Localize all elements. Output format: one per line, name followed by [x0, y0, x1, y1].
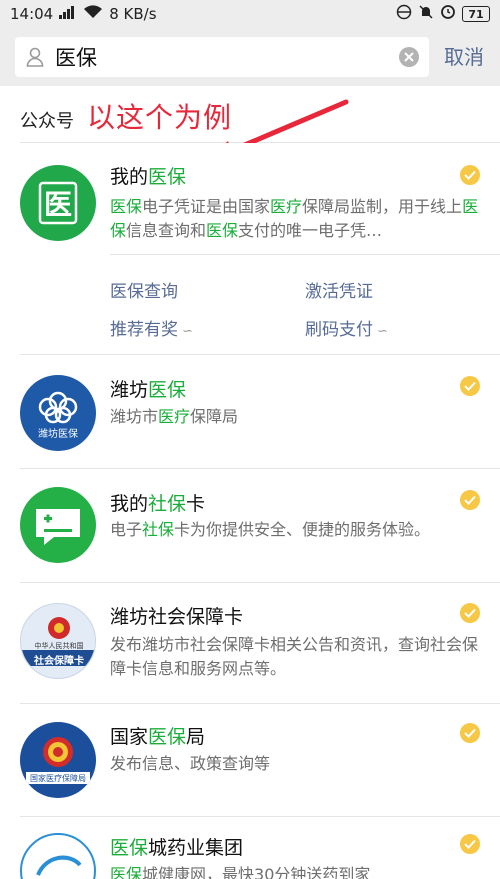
verified-icon — [460, 723, 480, 743]
alarm-icon — [440, 4, 456, 24]
avatar-caption-top: 中华人民共和国 — [34, 642, 84, 650]
avatar-caption: 社会保障卡 — [34, 656, 84, 667]
battery-indicator: 71 — [462, 6, 490, 22]
menu-link-referral[interactable]: 推荐有奖 ∽ — [110, 315, 193, 340]
search-bar: 取消 — [0, 28, 500, 86]
verified-icon — [460, 376, 480, 396]
section-header: 公众号 以这个为例 — [0, 86, 500, 142]
result-description: 发布信息、政策查询等 — [110, 754, 271, 773]
annotation-label: 以这个为例 — [87, 101, 233, 134]
search-input[interactable] — [55, 45, 375, 69]
menu-link-medical-query[interactable]: 医保查询 — [110, 277, 178, 302]
result-item[interactable]: 医保城药业集团 医保城健康网，最快30分钟送药到家 — [0, 817, 500, 879]
avatar-my-medical-insurance: 医 — [20, 165, 96, 241]
avatar-weifang-medical-insurance: 潍坊医保 — [20, 375, 96, 451]
clear-icon[interactable] — [399, 47, 419, 67]
result-description: 发布潍坊市社会保障卡相关公告和资讯，查询社会保障卡信息和服务网点等。 — [110, 635, 479, 678]
status-bar: 14:04 8 KB/s 71 — [0, 0, 500, 28]
wifi-icon — [83, 5, 103, 23]
cancel-button[interactable]: 取消 — [444, 41, 484, 70]
result-title: 我的医保 — [110, 166, 187, 188]
section-label: 公众号 — [20, 111, 74, 132]
result-item[interactable]: 潍坊医保 潍坊医保 潍坊市医疗保障局 — [0, 355, 500, 468]
result-item[interactable]: 中华人民共和国 社会保障卡 潍坊社会保障卡 发布潍坊市社会保障卡相关公告和资讯，… — [0, 583, 500, 703]
menu-divider — [110, 254, 500, 255]
avatar-my-social-security-card — [20, 487, 96, 563]
result-description: 电子社保卡为你提供安全、便捷的服务体验。 — [110, 520, 431, 539]
result-title: 国家医保局 — [110, 726, 206, 748]
avatar-national-healthcare-security: 国家医疗保障局 — [20, 722, 96, 798]
signal-icon — [59, 5, 77, 23]
avatar-caption: 潍坊医保 — [38, 429, 78, 440]
menu-link-activate-voucher[interactable]: 激活凭证 — [305, 277, 373, 302]
mini-program-icon: ∽ — [182, 324, 193, 339]
result-description: 潍坊市医疗保障局 — [110, 407, 239, 426]
avatar-yibaocheng-pharma — [20, 833, 96, 879]
result-description: 医保城健康网，最快30分钟送药到家 — [110, 865, 371, 879]
avatar-weifang-social-security-card: 中华人民共和国 社会保障卡 — [20, 603, 96, 679]
avatar-char: 医 — [43, 188, 72, 221]
menu-link-scan-pay[interactable]: 刷码支付 ∽ — [305, 315, 388, 340]
result-item[interactable]: 医 我的医保 医保电子凭证是由国家医疗保障局监制，用于线上医保信息查询和医保支付… — [0, 143, 500, 354]
verified-icon — [460, 490, 480, 510]
result-item[interactable]: 国家医疗保障局 国家医保局 发布信息、政策查询等 — [0, 704, 500, 816]
network-speed: 8 KB/s — [109, 5, 157, 23]
clock: 14:04 — [10, 5, 54, 23]
verified-icon — [460, 834, 480, 854]
verified-icon — [460, 603, 480, 623]
avatar-caption: 国家医疗保障局 — [30, 774, 86, 783]
result-item[interactable]: 我的社保卡 电子社保卡为你提供安全、便捷的服务体验。 — [0, 469, 500, 582]
result-title: 潍坊医保 — [110, 379, 187, 401]
mini-program-icon: ∽ — [377, 324, 388, 339]
official-account-icon — [15, 37, 55, 77]
result-title: 我的社保卡 — [110, 493, 206, 515]
mute-bell-icon — [418, 4, 434, 24]
eye-comfort-icon — [396, 4, 412, 24]
verified-icon — [460, 165, 480, 185]
search-box[interactable] — [15, 37, 429, 77]
result-title: 潍坊社会保障卡 — [110, 606, 244, 628]
result-description: 医保电子凭证是由国家医疗保障局监制，用于线上医保信息查询和医保支付的唯一电子凭… — [110, 197, 479, 240]
result-title: 医保城药业集团 — [110, 837, 244, 859]
